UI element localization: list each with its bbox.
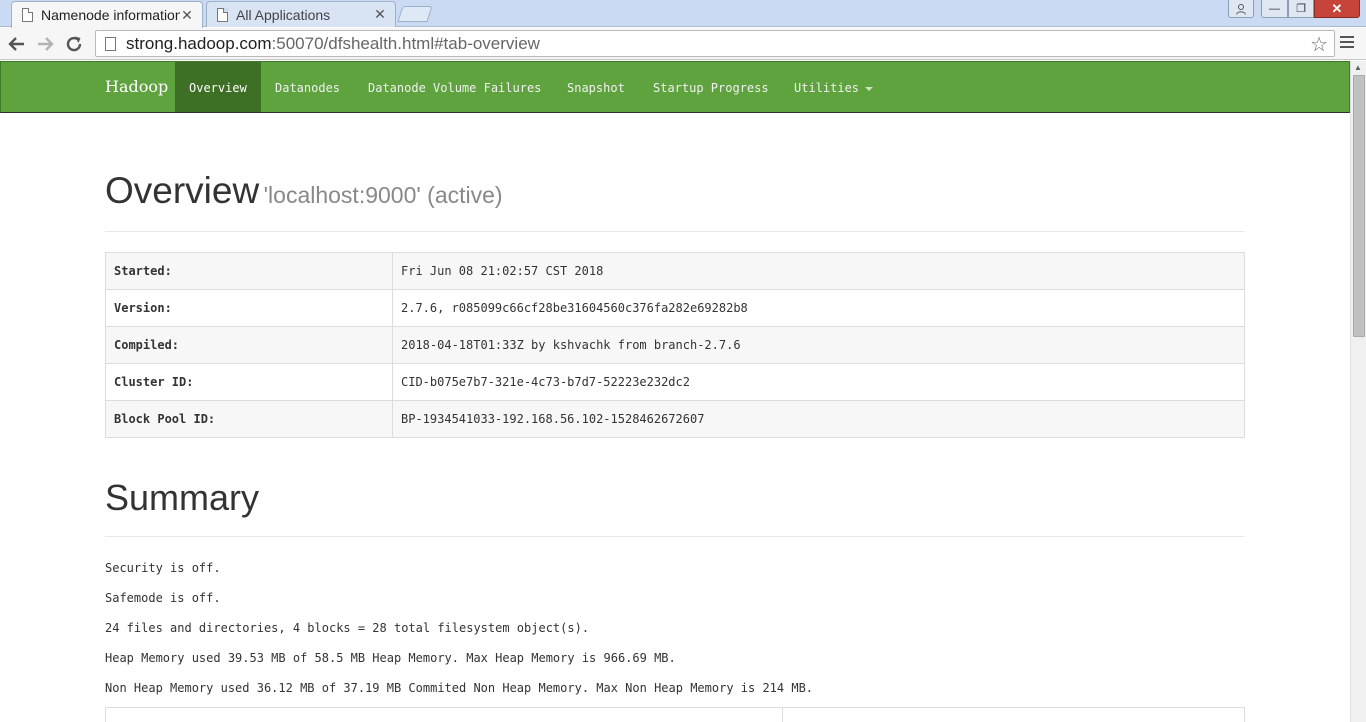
table-row: Cluster ID: CID-b075e7b7-321e-4c73-b7d7-…: [105, 363, 1245, 401]
close-tab-icon[interactable]: ✕: [180, 7, 194, 24]
row-value: CID-b075e7b7-321e-4c73-b7d7-52223e232dc2: [392, 363, 1245, 401]
summary-line: Safemode is off.: [105, 591, 221, 605]
page-icon: [105, 36, 116, 51]
column-divider: [782, 708, 783, 722]
table-row: Version: 2.7.6, r085099c66cf28be31604560…: [105, 289, 1245, 327]
summary-line: Non Heap Memory used 36.12 MB of 37.19 M…: [105, 681, 814, 695]
divider: [105, 231, 1245, 232]
forward-arrow-icon[interactable]: [32, 31, 58, 57]
scrollbar-thumb[interactable]: [1353, 75, 1365, 337]
row-key: Cluster ID:: [105, 363, 393, 401]
nav-utilities-label: Utilities: [794, 81, 860, 95]
summary-line: Security is off.: [105, 561, 221, 575]
nav-datanode-volume-failures[interactable]: Datanode Volume Failures: [354, 62, 555, 112]
nav-snapshot[interactable]: Snapshot: [553, 62, 639, 112]
reload-icon[interactable]: [61, 31, 87, 57]
summary-title: Summary: [105, 477, 260, 518]
close-tab-icon[interactable]: ✕: [373, 6, 387, 23]
row-key: Compiled:: [105, 326, 393, 364]
tab-title: Namenode information: [41, 7, 180, 23]
summary-table: [105, 707, 1245, 722]
user-profile-icon[interactable]: [1228, 0, 1254, 18]
close-window-button[interactable]: ✕: [1314, 0, 1360, 18]
summary-line: Heap Memory used 39.53 MB of 58.5 MB Hea…: [105, 651, 676, 665]
hadoop-navbar: Hadoop Overview Datanodes Datanode Volum…: [0, 61, 1350, 113]
table-row: Started: Fri Jun 08 21:02:57 CST 2018: [105, 252, 1245, 290]
address-bar[interactable]: strong.hadoop.com:50070/dfshealth.html#t…: [95, 30, 1335, 57]
hamburger-menu-icon[interactable]: [1340, 36, 1354, 50]
caret-down-icon: [865, 86, 874, 91]
row-key: Started:: [105, 252, 393, 290]
scroll-up-arrow-icon[interactable]: ▲: [1354, 63, 1362, 72]
divider: [105, 536, 1245, 537]
row-value: Fri Jun 08 21:02:57 CST 2018: [392, 252, 1245, 290]
tab-all-applications[interactable]: All Applications ✕: [206, 1, 396, 27]
row-key: Version:: [105, 289, 393, 327]
table-row: Block Pool ID: BP-1934541033-192.168.56.…: [105, 400, 1245, 438]
overview-table: Started: Fri Jun 08 21:02:57 CST 2018 Ve…: [105, 252, 1245, 438]
new-tab-button[interactable]: [397, 6, 433, 22]
tab-title: All Applications: [236, 6, 331, 23]
row-key: Block Pool ID:: [105, 400, 393, 438]
row-value: 2.7.6, r085099c66cf28be31604560c376fa282…: [392, 289, 1245, 327]
back-arrow-icon[interactable]: [4, 31, 30, 57]
browser-toolbar: strong.hadoop.com:50070/dfshealth.html#t…: [0, 28, 1366, 60]
bookmark-star-icon[interactable]: ☆: [1310, 32, 1328, 57]
summary-line: 24 files and directories, 4 blocks = 28 …: [105, 621, 590, 635]
minimize-button[interactable]: —: [1261, 0, 1288, 18]
page-viewport: Hadoop Overview Datanodes Datanode Volum…: [0, 61, 1350, 722]
url-host: strong.hadoop.com: [126, 33, 272, 53]
nav-startup-progress[interactable]: Startup Progress: [639, 62, 783, 112]
maximize-button[interactable]: ❐: [1288, 0, 1314, 18]
row-value: 2018-04-18T01:33Z by kshvachk from branc…: [392, 326, 1245, 364]
browser-titlebar: Namenode information ✕ All Applications …: [0, 0, 1366, 28]
url-path: :50070/dfshealth.html#tab-overview: [271, 33, 540, 53]
nav-datanodes[interactable]: Datanodes: [261, 62, 354, 112]
overview-heading: Overview 'localhost:9000' (active): [105, 170, 503, 212]
row-value: BP-1934541033-192.168.56.102-15284626726…: [392, 400, 1245, 438]
table-row: Compiled: 2018-04-18T01:33Z by kshvachk …: [105, 326, 1245, 364]
page-icon: [22, 8, 33, 22]
nav-utilities[interactable]: Utilities: [780, 62, 887, 112]
page-scrollbar[interactable]: ▲: [1350, 61, 1366, 722]
page-icon: [217, 7, 228, 22]
tab-namenode-information[interactable]: Namenode information ✕: [11, 1, 203, 28]
brand-link[interactable]: Hadoop: [105, 62, 168, 112]
nav-overview[interactable]: Overview: [175, 62, 261, 112]
url-text: strong.hadoop.com:50070/dfshealth.html#t…: [126, 34, 540, 54]
overview-title: Overview: [105, 170, 260, 211]
overview-subtitle: 'localhost:9000' (active): [263, 182, 503, 208]
